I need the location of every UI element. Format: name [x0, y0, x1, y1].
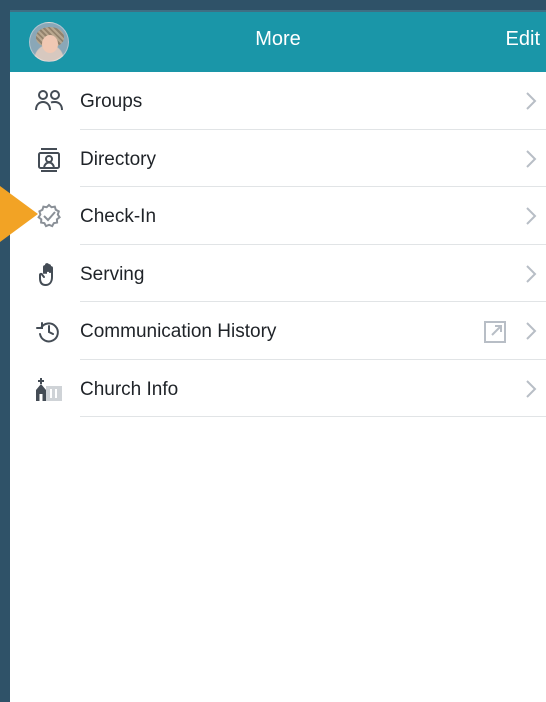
- external-link-icon: [482, 319, 508, 345]
- check-in-icon: [34, 203, 64, 229]
- page-title: More: [255, 28, 301, 50]
- serving-hand-icon: [34, 261, 64, 287]
- menu-item-groups[interactable]: Groups: [10, 72, 546, 130]
- menu-item-label: Communication History: [80, 321, 277, 342]
- menu-item-label: Groups: [80, 91, 143, 112]
- app-frame: More Edit Groups Directory Check-In Serv…: [10, 10, 546, 702]
- row-divider: [80, 416, 546, 417]
- history-icon: [34, 318, 64, 344]
- menu-item-directory[interactable]: Directory: [10, 130, 546, 187]
- more-menu-list: Groups Directory Check-In Serving Commun…: [10, 72, 546, 417]
- chevron-right-icon: [524, 320, 538, 342]
- header-top-border: [10, 10, 546, 12]
- menu-item-label: Serving: [80, 263, 145, 285]
- menu-item-label: Check-In: [80, 206, 157, 227]
- chevron-right-icon: [524, 148, 538, 170]
- menu-item-communication-history[interactable]: Communication History: [10, 302, 546, 360]
- chevron-right-icon: [524, 378, 538, 400]
- menu-item-label: Church Info: [80, 378, 179, 400]
- chevron-right-icon: [524, 205, 538, 227]
- church-icon: [34, 376, 64, 402]
- chevron-right-icon: [524, 90, 538, 112]
- menu-item-serving[interactable]: Serving: [10, 245, 546, 302]
- groups-icon: [34, 88, 64, 114]
- chevron-right-icon: [524, 263, 538, 285]
- directory-icon: [34, 146, 64, 172]
- edit-button[interactable]: Edit: [506, 28, 540, 51]
- menu-item-check-in[interactable]: Check-In: [10, 187, 546, 245]
- menu-item-church-info[interactable]: Church Info: [10, 360, 546, 417]
- callout-pointer-arrow: [0, 186, 38, 242]
- menu-item-label: Directory: [80, 148, 157, 170]
- top-nav-bar: More Edit: [10, 10, 546, 72]
